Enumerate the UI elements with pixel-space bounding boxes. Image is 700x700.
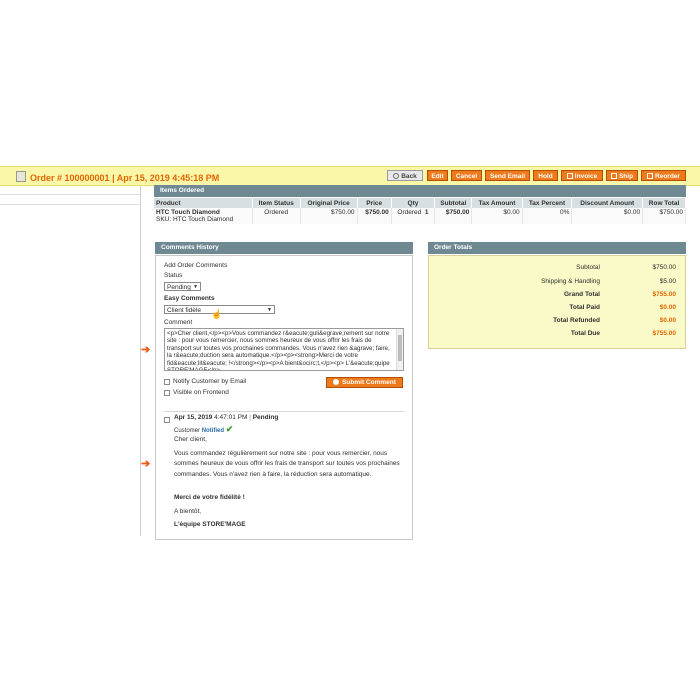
tax-amount-cell: $0.00 xyxy=(471,208,523,224)
order-totals-header: Order Totals xyxy=(428,242,686,254)
product-cell: HTC Touch Diamond SKU: HTC Touch Diamond xyxy=(154,208,253,224)
total-value: $5.00 xyxy=(659,278,676,285)
chevron-down-icon: ▼ xyxy=(193,284,198,290)
total-label: Total Due xyxy=(570,330,600,337)
item-status-cell: Ordered xyxy=(252,208,301,224)
reorder-button[interactable]: Reorder xyxy=(641,170,686,181)
items-table: Product Item Status Original Price Price… xyxy=(154,198,686,224)
total-label: Grand Total xyxy=(564,291,600,298)
back-button[interactable]: Back xyxy=(387,170,423,181)
order-icon xyxy=(16,171,26,182)
sidebar-separator xyxy=(0,194,140,195)
cancel-button[interactable]: Cancel xyxy=(451,170,482,181)
visible-frontend-label: Visible on Frontend xyxy=(173,389,229,396)
items-ordered-header: Items Ordered xyxy=(154,185,686,197)
submit-comment-button[interactable]: Submit Comment xyxy=(326,377,403,388)
comment-body: Vous commandez régulièrement sur notre s… xyxy=(174,450,400,478)
ship-icon xyxy=(610,173,617,179)
comments-history-header: Comments History xyxy=(155,242,413,254)
sidebar-separator xyxy=(0,204,140,205)
order-title: Order # 100000001 | Apr 15, 2019 4:45:18… xyxy=(16,171,219,183)
col-item-status: Item Status xyxy=(252,198,301,208)
col-price: Price xyxy=(357,198,392,208)
discount-amount-cell: $0.00 xyxy=(571,208,644,224)
status-label: Status xyxy=(164,272,183,279)
comment-thanks: Merci de votre fidélité ! xyxy=(174,494,245,501)
qty-cell: Ordered 1 xyxy=(391,208,436,224)
hold-button[interactable]: Hold xyxy=(533,170,558,181)
comments-divider xyxy=(164,411,404,412)
visible-frontend-checkbox[interactable] xyxy=(164,390,170,396)
col-product: Product xyxy=(154,198,253,208)
subtotal-cell: $750.00 xyxy=(434,208,473,224)
send-email-button[interactable]: Send Email xyxy=(485,170,530,181)
total-value: $0.00 xyxy=(659,317,676,324)
row-total-cell: $750.00 xyxy=(642,208,686,224)
status-select[interactable]: Pending ▼ xyxy=(164,282,201,291)
entry-checkbox[interactable] xyxy=(164,417,170,423)
total-value: $755.00 xyxy=(652,330,677,337)
ship-button[interactable]: Ship xyxy=(606,170,638,181)
invoice-button[interactable]: Invoice xyxy=(561,170,603,181)
total-value: $755.00 xyxy=(652,291,677,298)
total-label: Total Paid xyxy=(569,304,600,311)
col-tax-percent: Tax Percent xyxy=(522,198,573,208)
total-label: Total Refunded xyxy=(553,317,600,324)
table-row: HTC Touch Diamond SKU: HTC Touch Diamond… xyxy=(154,208,686,224)
textarea-scrollbar[interactable] xyxy=(396,329,403,370)
original-price-cell: $750.00 xyxy=(300,208,358,224)
col-subtotal: Subtotal xyxy=(434,198,473,208)
arrow-right-icon: ➔ xyxy=(141,344,151,356)
back-icon xyxy=(393,173,400,179)
invoice-icon xyxy=(566,173,573,179)
col-discount-amount: Discount Amount xyxy=(571,198,644,208)
price-cell: $750.00 xyxy=(357,208,392,224)
chevron-down-icon: ▼ xyxy=(267,307,272,313)
total-value: $0.00 xyxy=(659,304,676,311)
items-table-header-row: Product Item Status Original Price Price… xyxy=(154,198,686,208)
product-sku: SKU: HTC Touch Diamond xyxy=(156,216,234,223)
comment-entry-header: Apr 15, 2019 4:47:01 PM | Pending xyxy=(174,414,279,421)
tax-percent-cell: 0% xyxy=(522,208,573,224)
add-order-comments-label: Add Order Comments xyxy=(164,262,228,269)
col-qty: Qty xyxy=(391,198,436,208)
product-name: HTC Touch Diamond xyxy=(156,209,220,216)
comment-label: Comment xyxy=(164,319,193,326)
comment-bye: A bientôt, xyxy=(174,508,202,515)
hand-cursor-icon: ☝ xyxy=(211,309,223,319)
easy-comments-label: Easy Comments xyxy=(164,295,215,302)
comment-greeting: Cher client, xyxy=(174,436,207,443)
sidebar-divider xyxy=(140,186,141,536)
edit-button[interactable]: Edit xyxy=(427,170,448,181)
reorder-icon xyxy=(647,173,654,179)
order-totals-panel xyxy=(428,255,686,349)
col-original-price: Original Price xyxy=(300,198,358,208)
col-row-total: Row Total xyxy=(642,198,686,208)
comment-signature: L'équipe STORE'MAGE xyxy=(174,521,246,528)
total-label: Subtotal xyxy=(576,264,600,271)
total-value: $750.00 xyxy=(652,264,677,271)
arrow-right-icon: ➔ xyxy=(141,458,151,470)
page-header: Order # 100000001 | Apr 15, 2019 4:45:18… xyxy=(0,166,700,186)
total-label: Shipping & Handling xyxy=(541,278,600,285)
notify-customer-checkbox[interactable] xyxy=(164,379,170,385)
checkmark-icon: ✔ xyxy=(225,424,234,434)
col-tax-amount: Tax Amount xyxy=(471,198,523,208)
submit-icon xyxy=(333,379,340,385)
notify-customer-label: Notify Customer by Email xyxy=(173,378,247,385)
comment-textarea[interactable]: <p>Cher client,</p><p>Vous commandez r&e… xyxy=(164,328,404,371)
